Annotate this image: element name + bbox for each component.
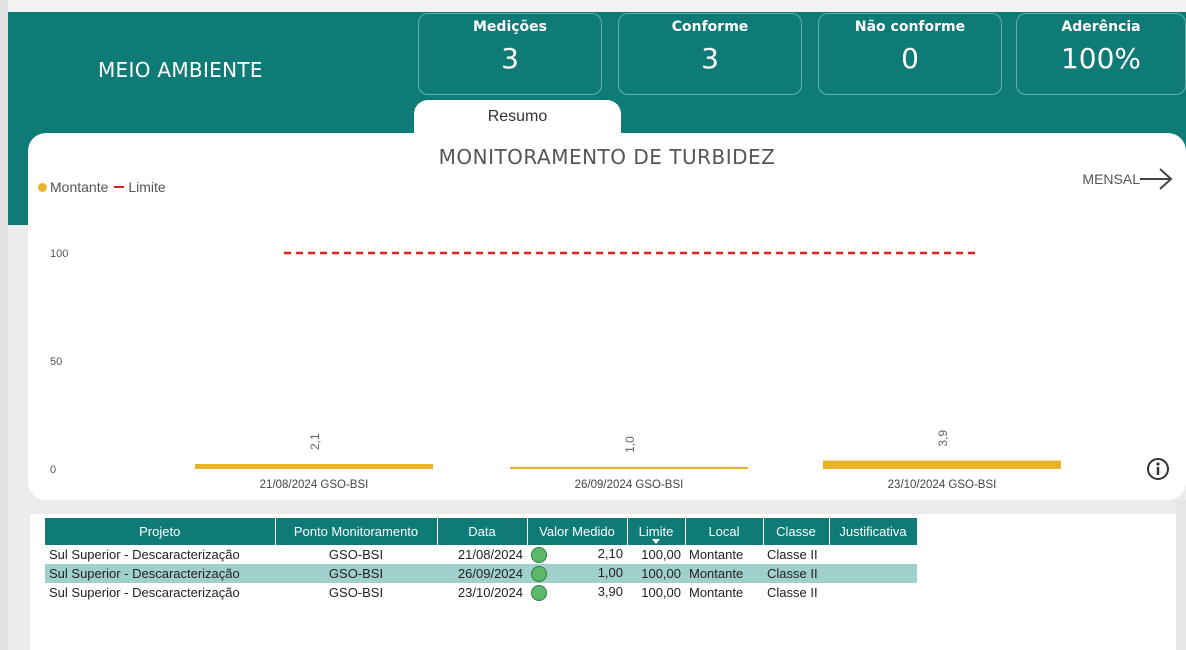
sort-desc-icon [652, 539, 660, 544]
cell-limite: 100,00 [641, 585, 681, 600]
cell-local: Montante [689, 585, 744, 600]
top-strip [0, 0, 1186, 12]
legend-limite-label: Limite [128, 179, 166, 195]
cell-projeto: Sul Superior - Descaracterização [49, 585, 240, 600]
legend-limite-marker [114, 186, 125, 188]
bar-montante [823, 460, 1061, 469]
cell-justificativa [829, 564, 917, 583]
status-ok-icon [531, 585, 547, 601]
cell-valor: 1,00 [527, 564, 627, 583]
cell-justificativa [829, 583, 917, 602]
table-row[interactable]: Sul Superior - Descaracterização GSO-BSI… [45, 564, 917, 583]
table-header-row: Projeto Ponto Monitoramento Data Valor M… [45, 518, 918, 545]
col-header-ponto[interactable]: Ponto Monitoramento [275, 518, 438, 545]
col-header-valor[interactable]: Valor Medido [527, 518, 628, 545]
cell-valor: 2,10 [527, 545, 627, 564]
period-label: MENSAL [1082, 171, 1140, 187]
kpi-card-nao-conforme: Não conforme 0 [818, 13, 1002, 95]
cell-projeto: Sul Superior - Descaracterização [45, 564, 275, 583]
turbidity-chart: 0 50 100 2,1 21/08/2024 GSO-BSI 1,0 26/09/2024… [50, 248, 1061, 491]
cell-ponto: GSO-BSI [328, 547, 384, 562]
period-toggle-button[interactable]: MENSAL [1082, 167, 1174, 191]
tab-resumo[interactable]: Resumo [414, 100, 621, 136]
cell-data: 23/10/2024 [457, 585, 523, 600]
measurements-table: Projeto Ponto Monitoramento Data Valor M… [45, 518, 918, 602]
cell-classe: Classe II [767, 547, 818, 562]
bar-data-label: 2,1 [308, 433, 322, 450]
kpi-value: 3 [701, 42, 719, 75]
legend-montante-label: Montante [50, 179, 109, 195]
col-header-local[interactable]: Local [685, 518, 764, 545]
kpi-card-conforme: Conforme 3 [618, 13, 802, 95]
status-ok-icon [531, 547, 547, 563]
cell-valor-text: 3,90 [597, 584, 623, 599]
x-category-label: 21/08/2024 GSO-BSI [260, 479, 369, 491]
scrollbar-track[interactable] [1176, 500, 1186, 650]
y-tick-label: 100 [50, 248, 68, 260]
cell-projeto: Sul Superior - Descaracterização [49, 547, 240, 562]
y-tick-label: 0 [50, 464, 56, 476]
col-header-limite-label: Limite [638, 524, 674, 539]
cell-limite: 100,00 [641, 547, 681, 562]
kpi-value: 0 [901, 42, 919, 75]
cell-local: Montante [689, 547, 744, 562]
kpi-card-medicoes: Medições 3 [418, 13, 602, 95]
bar-montante [510, 466, 748, 469]
bar-montante [195, 464, 433, 469]
legend-montante-marker [38, 182, 47, 192]
x-category-label: 23/10/2024 GSO-BSI [888, 479, 997, 491]
data-table-card: Projeto Ponto Monitoramento Data Valor M… [30, 514, 1186, 650]
chart-legend: Montante Limite [38, 179, 166, 195]
arrow-right-icon [1140, 168, 1173, 190]
left-edge [0, 0, 8, 650]
cell-justificativa [829, 545, 917, 564]
report-page: MEIO AMBIENTE Medições 3 Conforme 3 Não … [0, 0, 1186, 650]
col-header-justificativa[interactable]: Justificativa [829, 518, 918, 545]
cell-limite: 100,00 [627, 564, 685, 583]
cell-data: 26/09/2024 [437, 564, 527, 583]
kpi-label: Medições [473, 19, 547, 35]
status-ok-icon [531, 566, 547, 582]
kpi-label: Conforme [671, 19, 749, 35]
section-title: MEIO AMBIENTE [98, 58, 263, 82]
cell-valor: 3,90 [527, 583, 627, 602]
chart-title: MONITORAMENTO DE TURBIDEZ [438, 145, 776, 169]
y-tick-label: 50 [50, 356, 62, 368]
cell-classe: Classe II [763, 564, 829, 583]
table-row[interactable]: Sul Superior - Descaracterização GSO-BSI… [45, 583, 917, 602]
cell-classe: Classe II [767, 585, 818, 600]
info-icon[interactable] [1146, 457, 1170, 481]
cell-ponto: GSO-BSI [328, 585, 384, 600]
kpi-value: 100% [1060, 42, 1142, 75]
kpi-label: Aderência [1061, 19, 1141, 35]
kpi-card-aderencia: Aderência 100% [1016, 13, 1186, 95]
bar-data-label: 1,0 [623, 436, 637, 453]
cell-valor-text: 1,00 [597, 565, 623, 580]
col-header-data[interactable]: Data [437, 518, 528, 545]
table-row[interactable]: Sul Superior - Descaracterização GSO-BSI… [45, 545, 917, 564]
bar-data-label: 3,9 [936, 430, 950, 447]
col-header-limite[interactable]: Limite [627, 518, 686, 545]
chart-card: 0 50 100 2,1 21/08/2024 GSO-BSI 1,0 26/09/2024… [28, 133, 1186, 500]
cell-ponto: GSO-BSI [275, 564, 437, 583]
cell-local: Montante [685, 564, 763, 583]
kpi-label: Não conforme [854, 19, 966, 35]
col-header-projeto[interactable]: Projeto [45, 518, 276, 545]
x-category-label: 26/09/2024 GSO-BSI [575, 479, 684, 491]
cell-valor-text: 2,10 [597, 546, 623, 561]
cell-data: 21/08/2024 [457, 547, 523, 562]
col-header-classe[interactable]: Classe [763, 518, 830, 545]
kpi-value: 3 [501, 42, 519, 75]
